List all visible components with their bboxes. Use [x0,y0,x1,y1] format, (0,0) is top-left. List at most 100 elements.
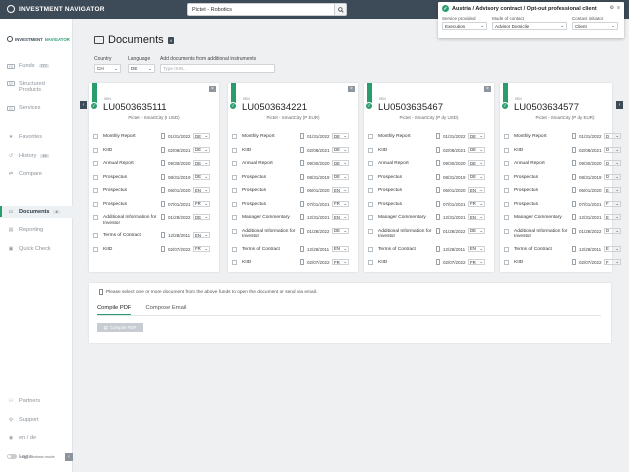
document-language-select[interactable]: D ⌄ [604,146,621,153]
document-language-select[interactable]: FR ⌄ [468,259,485,265]
document-row[interactable]: Prospectus 08/31/2019 DE ⌄ [368,173,492,184]
document-language-select[interactable]: E ⌄ [604,187,621,193]
document-icon[interactable] [300,173,304,180]
remove-fund-button[interactable]: × [348,86,355,92]
selected-check-icon[interactable]: ✓ [229,102,237,110]
document-language-select[interactable]: DE ⌄ [193,214,210,220]
document-language-select[interactable]: DE ⌄ [193,173,210,180]
document-checkbox[interactable] [504,147,509,153]
document-checkbox[interactable] [93,147,98,153]
document-language-select[interactable]: DE ⌄ [468,227,485,234]
document-icon[interactable] [300,133,304,139]
document-language-select[interactable]: FR ⌄ [193,245,210,252]
document-row[interactable]: Prospectus 06/01/2020 EN ⌄ [368,187,492,197]
document-language-select[interactable]: DE ⌄ [332,133,349,139]
document-icon[interactable] [436,160,440,166]
document-language-select[interactable]: FR ⌄ [468,200,485,207]
document-checkbox[interactable] [368,228,373,234]
document-row[interactable]: Additional Information for Investor 01/28… [504,227,628,239]
app-brand[interactable]: INVESTMENT NAVIGATOR [7,5,105,13]
document-row[interactable]: Terms of Contract 12/28/2011 EN ⌄ [232,245,356,256]
document-icon[interactable] [572,187,576,193]
document-icon[interactable] [572,173,576,180]
document-row[interactable]: Prospectus 08/31/2019 D ⌄ [504,173,628,184]
document-row[interactable]: Annual Report 09/30/2020 D ⌄ [504,160,628,170]
document-language-select[interactable]: FR ⌄ [332,200,349,207]
document-checkbox[interactable] [93,233,98,238]
document-language-select[interactable]: EN ⌄ [193,232,210,238]
document-checkbox[interactable] [504,161,509,166]
tab-compose-email[interactable]: Compose Email [145,305,186,315]
document-row[interactable]: Additional Information for Investor 01/28… [368,227,492,239]
document-checkbox[interactable] [232,174,237,180]
document-row[interactable]: Prospectus 07/01/2021 FR ⌄ [232,200,356,211]
document-icon[interactable] [572,160,576,166]
document-language-select[interactable]: EN ⌄ [468,214,485,220]
compile-pdf-button[interactable]: ▤ Compile PDF [97,323,143,332]
document-row[interactable]: Terms of Contract 12/28/2011 E ⌄ [504,245,628,256]
document-row[interactable]: Monthly Report 01/31/2022 D ⌄ [504,133,628,143]
document-checkbox[interactable] [93,188,98,193]
document-row[interactable]: KIID 02/07/2022 FR ⌄ [232,259,356,269]
document-icon[interactable] [161,187,165,193]
document-icon[interactable] [572,227,576,234]
document-row[interactable]: Manager Commentary 12/31/2021 EN ⌄ [232,214,356,224]
document-icon[interactable] [161,173,165,180]
language-select[interactable]: DE ⌄ [128,64,155,73]
remove-fund-button[interactable]: × [484,86,491,92]
document-icon[interactable] [161,214,165,220]
user-settings-icon[interactable]: ⚙ [610,5,614,11]
document-language-select[interactable]: EN ⌄ [468,245,485,252]
document-icon[interactable] [436,133,440,139]
document-checkbox[interactable] [232,260,237,265]
sidebar-item-support[interactable]: ⚙ Support [7,417,71,423]
contact-initiator-select[interactable]: Client ⌄ [572,22,618,30]
search-button[interactable] [334,4,346,15]
document-row[interactable]: Annual Report 09/30/2020 DE ⌄ [232,160,356,170]
add-isin-input[interactable]: Type ISIN... [160,64,275,73]
document-row[interactable]: Monthly Report 01/31/2022 DE ⌄ [93,133,217,143]
document-icon[interactable] [161,146,165,153]
document-checkbox[interactable] [368,188,373,193]
sidebar-item-reporting[interactable]: ▤ Reporting [7,227,71,233]
document-checkbox[interactable] [93,161,98,166]
document-checkbox[interactable] [232,246,237,252]
document-row[interactable]: Monthly Report 01/31/2022 DE ⌄ [232,133,356,143]
document-row[interactable]: Prospectus 06/01/2020 EN ⌄ [232,187,356,197]
document-checkbox[interactable] [504,174,509,180]
toggle-switch[interactable] [7,454,17,459]
document-checkbox[interactable] [368,201,373,207]
document-icon[interactable] [572,259,576,265]
search-input[interactable] [188,4,334,15]
document-checkbox[interactable] [504,134,509,139]
document-row[interactable]: Terms of Contract 12/28/2011 EN ⌄ [93,232,217,242]
document-language-select[interactable]: D ⌄ [604,227,621,234]
document-checkbox[interactable] [368,134,373,139]
document-checkbox[interactable] [232,161,237,166]
document-checkbox[interactable] [504,215,509,220]
document-row[interactable]: Manager Commentary 12/31/2021 E ⌄ [504,214,628,224]
document-row[interactable]: Prospectus 07/01/2021 FR ⌄ [368,200,492,211]
sidebar-item-history[interactable]: ↺ History 19 [7,153,71,159]
document-row[interactable]: Prospectus 07/01/2021 F ⌄ [504,200,628,211]
sidebar-item-services[interactable]: SV Services [7,105,71,111]
document-checkbox[interactable] [504,246,509,252]
document-icon[interactable] [572,146,576,153]
document-language-select[interactable]: FR ⌄ [193,200,210,207]
document-checkbox[interactable] [93,215,98,220]
document-checkbox[interactable] [232,201,237,207]
document-language-select[interactable]: DE ⌄ [193,146,210,153]
high-contrast-toggle[interactable]: High contrast mode [7,454,55,459]
mode-of-contact-select[interactable]: Advisor Domicile ⌄ [492,22,567,30]
sidebar-item-funds[interactable]: FD Funds 777 [7,63,71,69]
document-icon[interactable] [436,245,440,252]
document-language-select[interactable]: E ⌄ [604,214,621,220]
document-checkbox[interactable] [504,188,509,193]
document-checkbox[interactable] [368,246,373,252]
document-row[interactable]: Manager Commentary 12/31/2021 EN ⌄ [368,214,492,224]
document-icon[interactable] [161,232,165,238]
document-row[interactable]: KIID 02/08/2021 DE ⌄ [93,146,217,157]
document-language-select[interactable]: F ⌄ [604,200,621,207]
document-language-select[interactable]: DE ⌄ [332,146,349,153]
document-language-select[interactable]: DE ⌄ [468,133,485,139]
